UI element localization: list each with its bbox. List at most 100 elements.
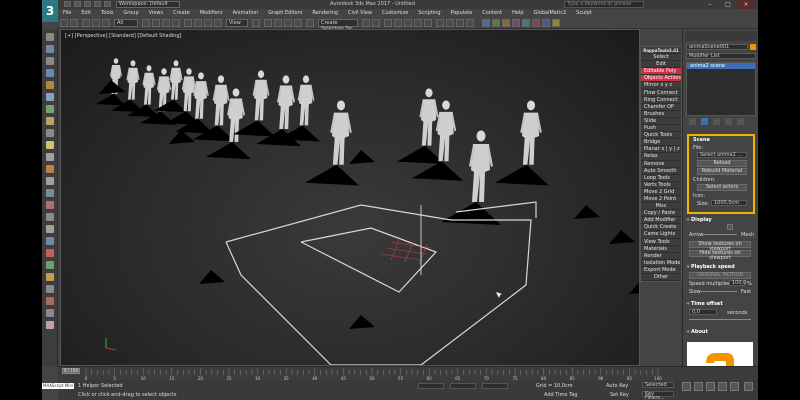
- auto-key-button[interactable]: Auto Key: [606, 383, 628, 389]
- quad-menu-item[interactable]: Select: [641, 54, 681, 62]
- menu-item[interactable]: Civil View: [343, 10, 377, 16]
- material-editor-icon[interactable]: [436, 19, 444, 27]
- quad-menu-item[interactable]: Misc: [641, 203, 681, 211]
- tool-icon[interactable]: [46, 141, 54, 149]
- remove-modifier-icon[interactable]: [725, 118, 732, 125]
- quad-menu-item[interactable]: Quick Create: [641, 224, 681, 232]
- tool-icon[interactable]: [46, 93, 54, 101]
- mirror-icon[interactable]: [362, 19, 370, 27]
- scale-icon[interactable]: [204, 19, 212, 27]
- set-key-button[interactable]: Set Key: [610, 392, 629, 398]
- tool-icon[interactable]: [46, 45, 54, 53]
- reload-button[interactable]: Reload: [697, 160, 747, 167]
- y-coordinate-field[interactable]: [450, 383, 476, 389]
- quad-menu-item[interactable]: Materials: [641, 246, 681, 253]
- plugin-icon[interactable]: [522, 19, 530, 27]
- quad-menu-item[interactable]: Loop Tools: [641, 175, 681, 182]
- show-end-result-icon[interactable]: [701, 118, 708, 125]
- snaps-toggle-icon[interactable]: [264, 19, 272, 27]
- window-crossing-icon[interactable]: [172, 19, 180, 27]
- display-rollout-header[interactable]: Display: [686, 217, 756, 223]
- menu-item[interactable]: Rendering: [307, 10, 343, 16]
- menu-item[interactable]: File: [58, 10, 76, 16]
- redo-icon[interactable]: [74, 1, 81, 7]
- menu-item[interactable]: Populate: [446, 10, 478, 16]
- tool-icon[interactable]: [46, 225, 54, 233]
- quad-menu-item[interactable]: Move 2 Grid: [641, 189, 681, 196]
- plugin-icon[interactable]: [532, 19, 540, 27]
- tool-icon[interactable]: [46, 213, 54, 221]
- bind-space-warp-icon[interactable]: [102, 19, 110, 27]
- go-to-end-icon[interactable]: [730, 382, 739, 391]
- configure-sets-icon[interactable]: [737, 118, 744, 125]
- tool-icon[interactable]: [46, 309, 54, 317]
- tool-icon[interactable]: [46, 165, 54, 173]
- tool-icon[interactable]: [46, 201, 54, 209]
- menu-item[interactable]: Customize: [377, 10, 413, 16]
- quad-menu-item[interactable]: View Tools: [641, 239, 681, 246]
- tool-icon[interactable]: [46, 105, 54, 113]
- rectangular-selection-icon[interactable]: [162, 19, 170, 27]
- menu-item[interactable]: Content: [477, 10, 507, 16]
- go-to-start-icon[interactable]: [682, 382, 691, 391]
- time-offset-slider[interactable]: [689, 319, 751, 320]
- ribbon-icon[interactable]: [404, 19, 412, 27]
- tool-icon[interactable]: [46, 57, 54, 65]
- menu-item[interactable]: Scripting: [413, 10, 445, 16]
- perspective-viewport[interactable]: [+] [Perspective] [Standard] [Default Sh…: [60, 29, 640, 366]
- menu-item[interactable]: Animation: [228, 10, 264, 16]
- close-icon[interactable]: ×: [738, 0, 754, 9]
- redo-tool-icon[interactable]: [70, 19, 78, 27]
- maxscript-listener[interactable]: MAXScript Mini: [42, 383, 74, 389]
- reference-coordinate-dropdown[interactable]: View: [226, 19, 248, 27]
- quad-menu-item[interactable]: Remove: [641, 161, 681, 168]
- menu-item[interactable]: GlobalMatic2: [529, 10, 572, 16]
- save-file-icon[interactable]: [104, 1, 111, 7]
- undo-icon[interactable]: [64, 1, 71, 7]
- quad-menu-item[interactable]: Editable Poly: [641, 68, 681, 76]
- new-file-icon[interactable]: [84, 1, 91, 7]
- quad-menu-item[interactable]: Render: [641, 253, 681, 260]
- menu-item[interactable]: Sculpt: [571, 10, 597, 16]
- menu-item[interactable]: Edit: [76, 10, 96, 16]
- quad-menu-item[interactable]: Edit: [641, 61, 681, 69]
- quad-menu-item[interactable]: Came Lights: [641, 231, 681, 239]
- stack-item[interactable]: anima2 scene: [687, 63, 755, 69]
- menu-item[interactable]: Help: [507, 10, 528, 16]
- tool-icon[interactable]: [46, 177, 54, 185]
- named-selection-set-dropdown[interactable]: Create Selection Se: [318, 19, 358, 32]
- menu-item[interactable]: Group: [118, 10, 143, 16]
- percent-snap-icon[interactable]: [284, 19, 292, 27]
- select-actors-button[interactable]: Select actors: [697, 184, 747, 191]
- quad-menu-item[interactable]: Slide: [641, 118, 681, 126]
- unlink-icon[interactable]: [92, 19, 100, 27]
- place-icon[interactable]: [214, 19, 222, 27]
- menu-item[interactable]: Graph Editors: [263, 10, 307, 16]
- key-mode-dropdown[interactable]: Selected: [642, 382, 674, 388]
- tool-icon[interactable]: [46, 153, 54, 161]
- rendered-frame-window-icon[interactable]: [456, 19, 464, 27]
- align-icon[interactable]: [372, 19, 380, 27]
- edit-named-selection-icon[interactable]: [306, 19, 314, 27]
- make-unique-icon[interactable]: [713, 118, 720, 125]
- tool-icon[interactable]: [46, 261, 54, 269]
- tool-icon[interactable]: [46, 69, 54, 77]
- tool-icon[interactable]: [46, 249, 54, 257]
- scene-explorer-icon[interactable]: [384, 19, 392, 27]
- plugin-icon[interactable]: [492, 19, 500, 27]
- tool-icon[interactable]: [46, 33, 54, 41]
- tool-icon[interactable]: [46, 189, 54, 197]
- quad-menu-item[interactable]: Brushes: [641, 111, 681, 118]
- z-coordinate-field[interactable]: [482, 383, 508, 389]
- quad-menu-item[interactable]: Chamfer OP: [641, 104, 681, 111]
- spinner-snap-icon[interactable]: [294, 19, 302, 27]
- quad-menu-item[interactable]: Push: [641, 125, 681, 133]
- curve-editor-icon[interactable]: [414, 19, 422, 27]
- playback-rollout-header[interactable]: Playback speed: [686, 264, 756, 270]
- render-production-icon[interactable]: [466, 19, 474, 27]
- quad-menu-item[interactable]: Copy / Paste: [641, 210, 681, 218]
- about-rollout-header[interactable]: About: [686, 329, 756, 335]
- menu-item[interactable]: Modifiers: [195, 10, 228, 16]
- play-icon[interactable]: [706, 382, 715, 391]
- app-logo-icon[interactable]: 3: [42, 0, 58, 22]
